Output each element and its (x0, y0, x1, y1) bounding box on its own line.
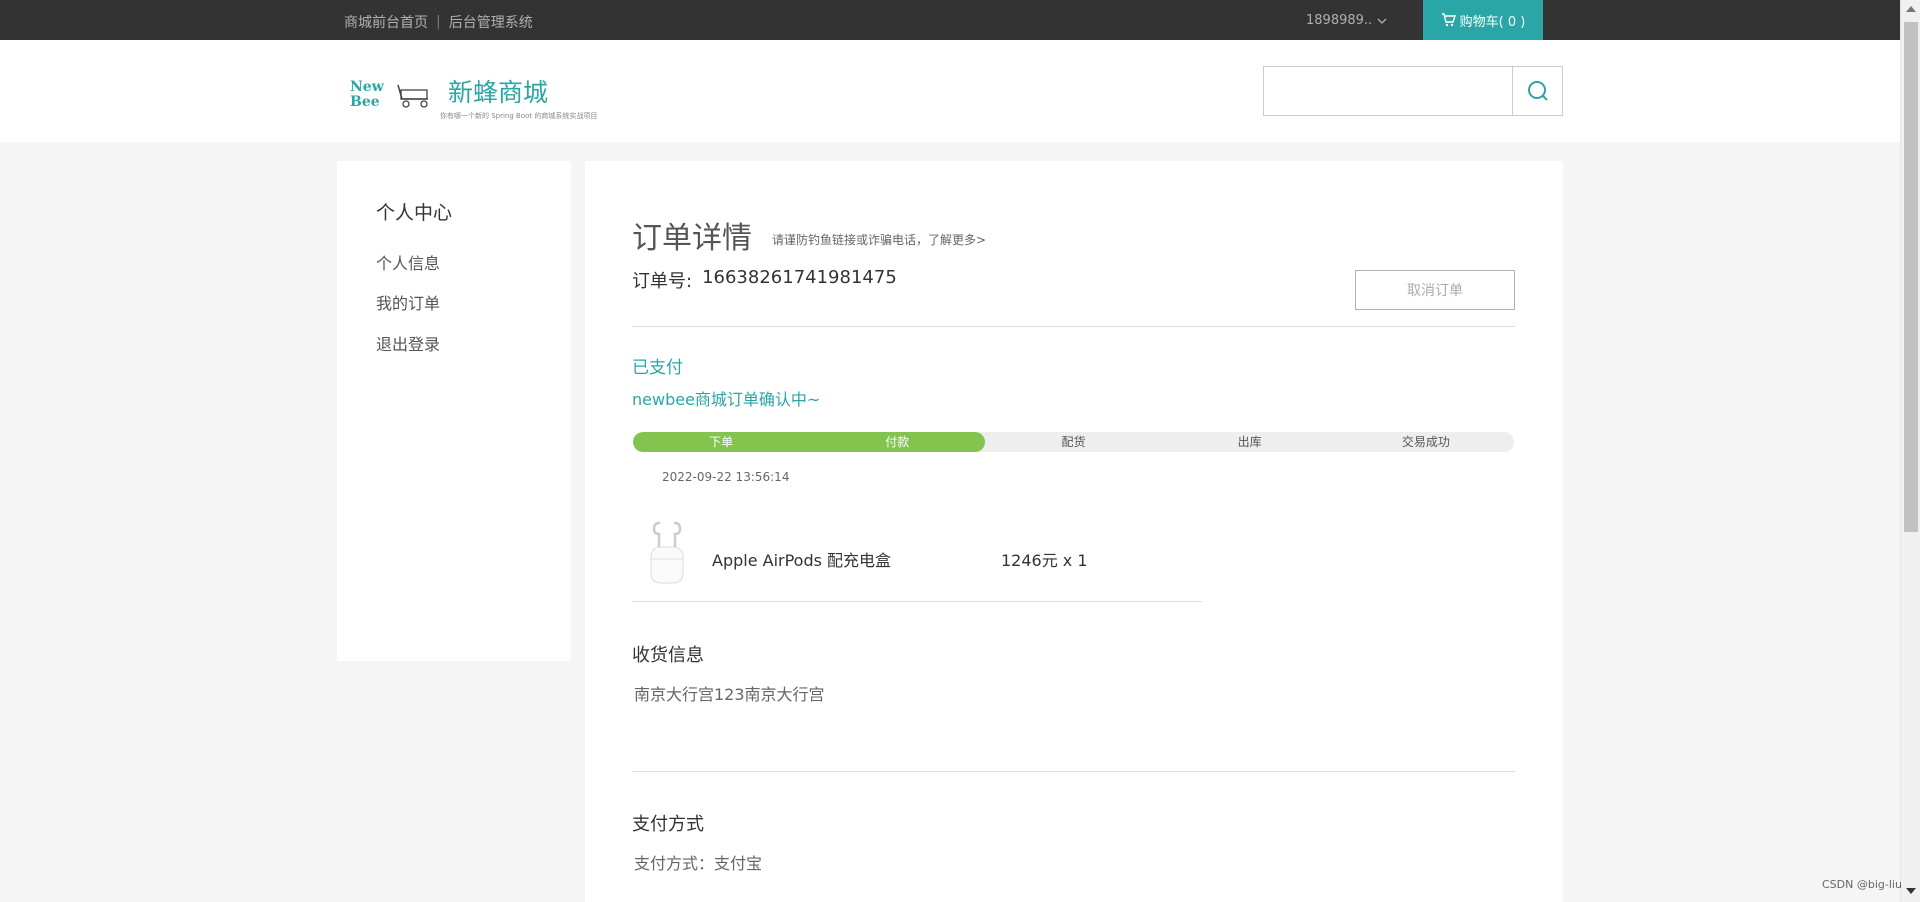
page-scrollbar[interactable] (1900, 0, 1920, 902)
cancel-order-button[interactable]: 取消订单 (1355, 270, 1515, 310)
airpods-image (650, 521, 684, 584)
link-separator: | (436, 14, 441, 30)
scrollbar-thumb[interactable] (1904, 22, 1918, 532)
top-bar: 商城前台首页 | 后台管理系统 1898989.. 购物车( 0 ) (0, 0, 1900, 40)
divider (632, 771, 1515, 772)
shipping-address: 南京大行宫123南京大行宫 (634, 685, 825, 704)
watermark: CSDN @big-liu (1822, 878, 1902, 891)
search-button[interactable] (1513, 66, 1563, 116)
progress-step-pay: 付款 (885, 435, 910, 449)
anti-fraud-tip-link[interactable]: 请谨防钓鱼链接或诈骗电话，了解更多> (772, 231, 986, 248)
username: 1898989.. (1306, 13, 1373, 28)
divider (632, 326, 1515, 327)
progress-step-ship: 出库 (1237, 435, 1262, 449)
search-icon (1527, 81, 1548, 101)
svg-text:Bee: Bee (350, 94, 380, 110)
step-time: 2022-09-22 13:56:14 (662, 470, 790, 484)
sidebar-item-orders[interactable]: 我的订单 (376, 290, 440, 314)
brand-name: 新蜂商城 (448, 78, 549, 107)
progress-step-pack: 配货 (1061, 435, 1086, 449)
cart-icon (1441, 13, 1456, 27)
user-menu[interactable]: 1898989.. (1306, 13, 1387, 28)
site-logo[interactable]: New Bee 新蜂商城 你有哪一个新的 Spring Boot 的商城系统实战… (348, 65, 597, 125)
order-detail-panel: 订单详情 请谨防钓鱼链接或诈骗电话，了解更多> 订单号: 16638261741… (585, 161, 1563, 902)
chevron-down-icon (1377, 18, 1387, 24)
progress-step-done: 交易成功 (1401, 435, 1450, 449)
payment-section-title: 支付方式 (632, 814, 704, 835)
newbee-logo-icon: New Bee (350, 79, 428, 110)
order-status-desc: newbee商城订单确认中~ (632, 390, 821, 409)
cart-label: 购物车( 0 ) (1459, 14, 1526, 30)
search-input[interactable] (1263, 66, 1513, 116)
page-title: 订单详情 (632, 221, 752, 256)
goods-name-link[interactable]: Apple AirPods 配充电盒 (712, 547, 891, 571)
goods-price: 1246元 x 1 (1001, 551, 1088, 570)
sidebar-item-profile[interactable]: 个人信息 (376, 250, 440, 274)
svg-text:New: New (350, 79, 385, 95)
mall-home-link[interactable]: 商城前台首页 (344, 12, 428, 32)
site-header: New Bee 新蜂商城 你有哪一个新的 Spring Boot 的商城系统实战… (0, 40, 1900, 142)
cart-button[interactable]: 购物车( 0 ) (1423, 0, 1543, 40)
address-section-title: 收货信息 (632, 645, 704, 666)
admin-link[interactable]: 后台管理系统 (449, 12, 533, 32)
order-number: 订单号: 16638261741981475 (632, 267, 897, 293)
divider (632, 601, 1202, 602)
order-goods-item: Apple AirPods 配充电盒 1246元 x 1 (632, 511, 1202, 603)
sidebar-title: 个人中心 (376, 202, 453, 224)
user-center-sidebar: 个人中心 个人信息 我的订单 退出登录 (337, 161, 571, 661)
top-links: 商城前台首页 | 后台管理系统 (344, 12, 533, 32)
payment-method: 支付方式：支付宝 (634, 854, 763, 873)
order-number-label: 订单号: (632, 271, 693, 292)
sidebar-item-logout[interactable]: 退出登录 (376, 331, 440, 355)
progress-step-order: 下单 (709, 435, 734, 449)
order-number-value: 16638261741981475 (702, 267, 897, 288)
scroll-up-icon[interactable] (1906, 6, 1916, 12)
order-status: 已支付 (632, 358, 683, 378)
brand-slogan: 你有哪一个新的 Spring Boot 的商城系统实战项目 (440, 112, 598, 120)
scroll-down-icon[interactable] (1906, 888, 1916, 894)
order-progress-bar: 下单 付款 配货 出库 交易成功 (633, 432, 1514, 452)
